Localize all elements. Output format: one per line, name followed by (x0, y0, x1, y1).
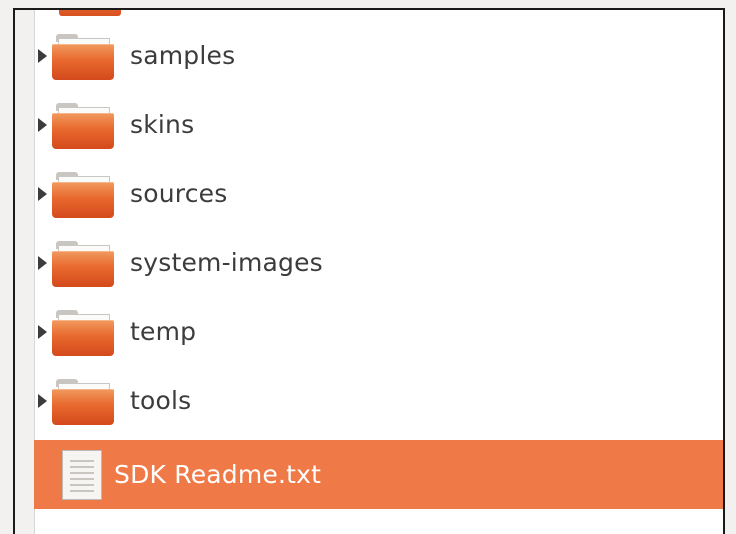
item-name: sources (130, 179, 228, 208)
list-item-samples[interactable]: samples (34, 21, 723, 90)
folder-icon (59, 10, 121, 16)
item-name: system-images (130, 248, 323, 277)
list-item-temp[interactable]: temp (34, 297, 723, 366)
item-name: tools (130, 386, 192, 415)
expand-arrow-icon[interactable] (38, 324, 47, 339)
list-item-system-images[interactable]: system-images (34, 228, 723, 297)
expand-arrow-icon[interactable] (38, 48, 47, 63)
file-list-view[interactable]: samples skins sources system-images temp (13, 8, 725, 534)
text-file-icon (62, 449, 102, 500)
expand-arrow-icon[interactable] (38, 255, 47, 270)
expand-arrow-icon[interactable] (38, 117, 47, 132)
folder-icon (52, 32, 114, 80)
expand-arrow-icon[interactable] (38, 186, 47, 201)
item-name: samples (130, 41, 236, 70)
list-item-sdk-readme[interactable]: SDK Readme.txt (34, 440, 723, 509)
expand-arrow-icon[interactable] (38, 393, 47, 408)
list-item-skins[interactable]: skins (34, 90, 723, 159)
folder-icon (52, 308, 114, 356)
item-name: skins (130, 110, 195, 139)
folder-icon (52, 377, 114, 425)
folder-icon (52, 239, 114, 287)
item-name: SDK Readme.txt (114, 460, 322, 489)
list-item-sources[interactable]: sources (34, 159, 723, 228)
folder-icon (52, 170, 114, 218)
tree-gutter (15, 10, 35, 534)
folder-icon (52, 101, 114, 149)
item-name: temp (130, 317, 197, 346)
list-item-tools[interactable]: tools (34, 366, 723, 435)
